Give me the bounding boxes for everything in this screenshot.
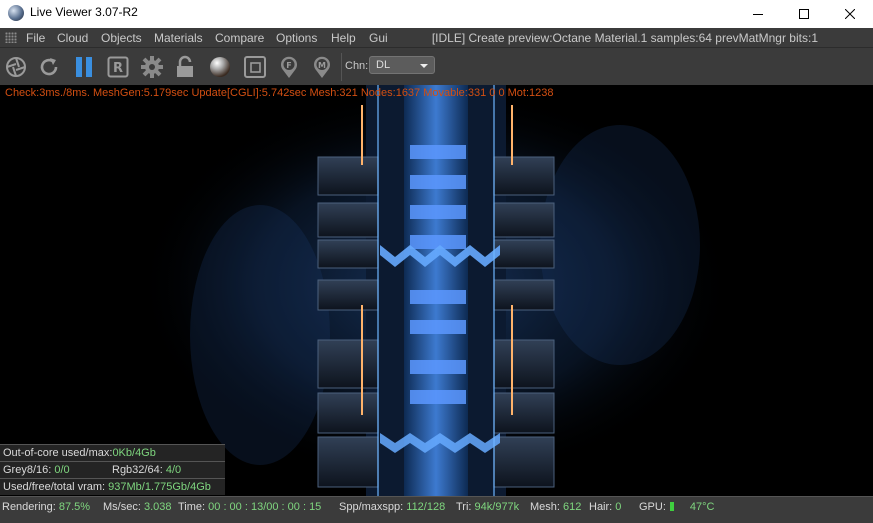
refresh-icon [40, 58, 58, 76]
rgb-label: Rgb32/64: [112, 464, 166, 476]
spp-counter: Spp/maxspp: 112/128 [339, 501, 445, 513]
r-button[interactable]: R [105, 54, 131, 80]
menu-objects[interactable]: Objects [101, 31, 142, 45]
lock-icon [177, 55, 193, 77]
rgb-count: Rgb32/64: 4/0 [112, 464, 181, 476]
vram-panel: Used/free/total vram: 937Mb/1.775Gb/4Gb [0, 478, 225, 495]
chevron-down-icon [420, 64, 428, 68]
hair-value: 0 [615, 501, 622, 513]
f-pin-button[interactable]: F [276, 54, 302, 80]
grey-label: Grey8/16: [3, 464, 55, 476]
m-pin-icon: M [314, 56, 330, 78]
ms-per-sec: Ms/sec: 3.038 [103, 501, 171, 513]
grip-icon[interactable] [5, 32, 17, 43]
mesh-count: Mesh: 612 [530, 501, 581, 513]
minimize-button[interactable] [735, 0, 781, 28]
rendering-label: Rendering: [2, 501, 59, 513]
menu-file[interactable]: File [26, 31, 45, 45]
toolbar: R F M Chn: [0, 47, 873, 85]
gpu-label: GPU: [639, 501, 666, 513]
tri-label: Tri: [456, 501, 475, 513]
hair-count: Hair: 0 [589, 501, 621, 513]
region-render-button[interactable] [242, 54, 268, 80]
triangle-count: Tri: 94k/977k [456, 501, 519, 513]
gpu-load-bar [669, 502, 674, 511]
out-of-core-panel: Out-of-core used/max:0Kb/4Gb [0, 444, 225, 461]
minimize-icon [753, 14, 763, 15]
f-pin-icon: F [281, 56, 297, 78]
channel-select-value: DL [376, 59, 391, 71]
lock-button[interactable] [172, 54, 198, 80]
menu-compare[interactable]: Compare [215, 31, 264, 45]
svg-text:R: R [113, 61, 123, 76]
close-button[interactable] [827, 0, 873, 28]
region-icon [244, 56, 266, 78]
spp-value: 112/128 [406, 501, 446, 513]
menu-cloud[interactable]: Cloud [57, 31, 88, 45]
vram-value: 937Mb/1.775Gb/4Gb [108, 481, 211, 493]
settings-button[interactable] [139, 54, 165, 80]
r-icon: R [107, 56, 129, 78]
render-status-text: [IDLE] Create preview:Octane Material.1 … [431, 31, 818, 45]
grey-count: Grey8/16: 0/0 [3, 464, 70, 476]
app-logo-icon [8, 5, 24, 21]
maximize-button[interactable] [781, 0, 827, 28]
menu-help[interactable]: Help [331, 31, 356, 45]
material-sphere-icon [210, 57, 230, 77]
channel-select[interactable]: DL [369, 56, 435, 74]
time-value: 00 : 00 : 13/00 : 00 : 15 [208, 501, 322, 513]
rendering-progress: Rendering: 87.5% [2, 501, 90, 513]
spp-label: Spp/maxspp: [339, 501, 407, 513]
mesh-value: 612 [563, 501, 582, 513]
render-image [135, 85, 735, 496]
refresh-button[interactable] [36, 54, 62, 80]
close-icon [845, 9, 855, 19]
render-viewport[interactable]: Check:3ms./8ms. MeshGen:5.179sec Update[… [0, 85, 873, 496]
rgb-value: 4/0 [165, 464, 182, 476]
pause-button[interactable] [71, 54, 97, 80]
mssec-label: Ms/sec: [103, 501, 144, 513]
out-of-core-label: Out-of-core used/max: [3, 447, 113, 459]
mssec-value: 3.038 [143, 501, 172, 513]
menu-bar: File Cloud Objects Materials Compare Opt… [0, 28, 873, 47]
gpu-status: GPU: 47°C [639, 501, 714, 513]
title-bar: Live Viewer 3.07-R2 [0, 0, 873, 28]
render-time: Time: 00 : 00 : 13/00 : 00 : 15 [178, 501, 321, 513]
status-bar: Rendering: 87.5% Ms/sec: 3.038 Time: 00 … [0, 496, 873, 523]
rendering-value: 87.5% [58, 501, 91, 513]
menu-materials[interactable]: Materials [154, 31, 203, 45]
mesh-label: Mesh: [530, 501, 564, 513]
toolbar-separator [341, 53, 342, 81]
out-of-core-value: 0Kb/4Gb [112, 447, 156, 459]
vram-label: Used/free/total vram: [3, 481, 109, 493]
aperture-icon [6, 57, 26, 77]
material-preview-button[interactable] [207, 54, 233, 80]
svg-text:M: M [318, 61, 326, 70]
m-pin-button[interactable]: M [309, 54, 335, 80]
maximize-icon [799, 9, 809, 19]
hair-label: Hair: [589, 501, 616, 513]
window-title: Live Viewer 3.07-R2 [30, 5, 138, 19]
menu-options[interactable]: Options [276, 31, 317, 45]
gear-icon [141, 56, 163, 78]
pause-icon [76, 57, 92, 77]
gpu-temp: 47°C [689, 501, 715, 513]
channel-label: Chn: [345, 60, 369, 72]
texture-count-panel: Grey8/16: 0/0 Rgb32/64: 4/0 [0, 461, 225, 478]
aperture-button[interactable] [3, 54, 29, 80]
menu-gui[interactable]: Gui [369, 31, 388, 45]
svg-text:F: F [286, 61, 291, 70]
time-label: Time: [178, 501, 209, 513]
grey-value: 0/0 [54, 464, 70, 476]
timing-stats-text: Check:3ms./8ms. MeshGen:5.179sec Update[… [5, 87, 554, 99]
tri-value: 94k/977k [474, 501, 520, 513]
